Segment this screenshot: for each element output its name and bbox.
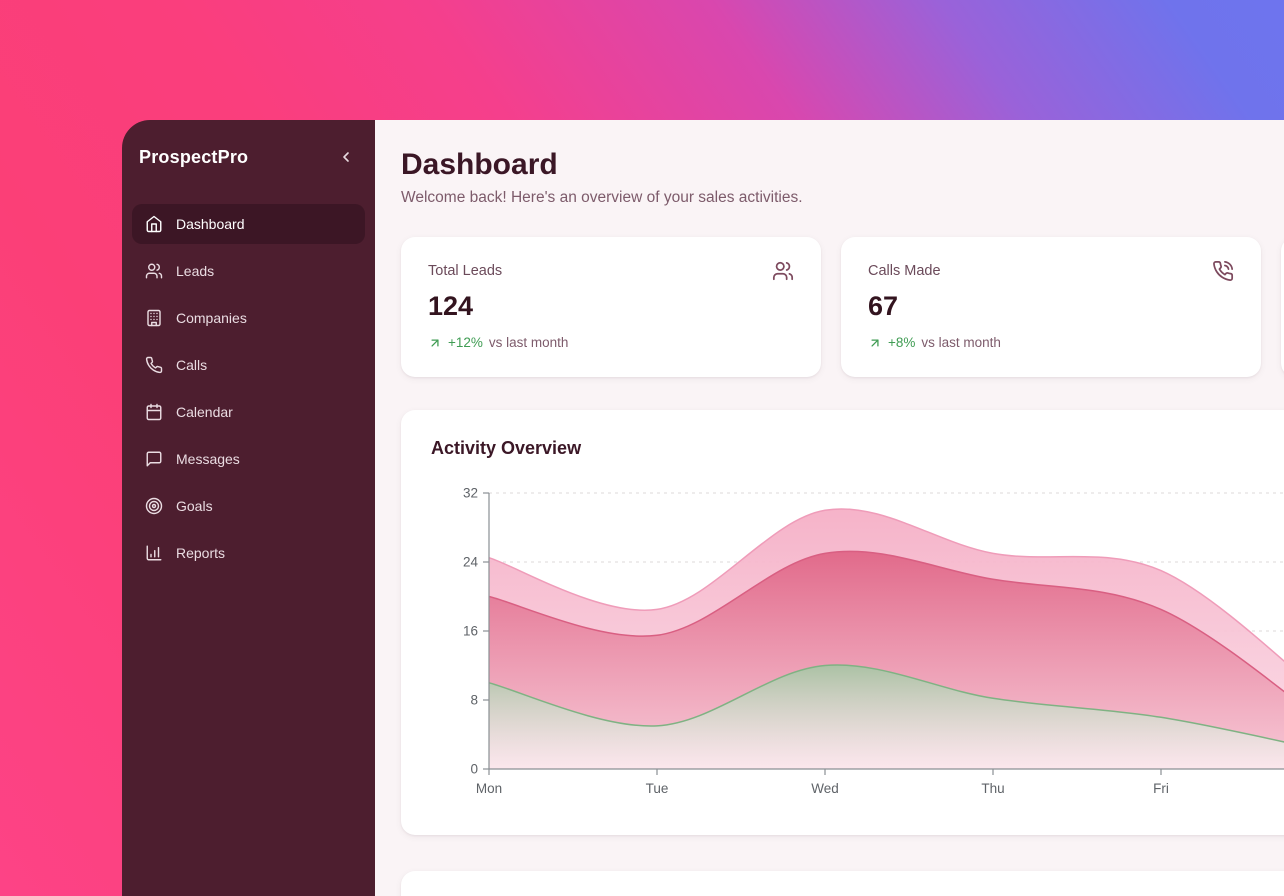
activity-overview-card: Activity Overview 0 8 16 24 32 Mon Tue Wed Thu Fr… [401,410,1284,835]
svg-text:Tue: Tue [646,781,669,796]
users-icon [145,262,163,280]
arrow-up-right-icon [428,336,442,350]
svg-text:8: 8 [470,693,478,708]
svg-text:Mon: Mon [476,781,502,796]
activity-area-chart: 0 8 16 24 32 Mon Tue Wed Thu Fri [431,471,1284,811]
stat-card-total-leads: Total Leads 124 +12% vs last month [401,237,821,377]
sidebar-item-label: Reports [176,545,225,561]
sidebar-item-calls[interactable]: Calls [132,345,365,385]
sidebar-item-label: Calendar [176,404,233,420]
target-icon [145,497,163,515]
sidebar-item-goals[interactable]: Goals [132,486,365,526]
stat-card-row: Total Leads 124 +12% vs last month Calls [401,237,1284,377]
sidebar-item-label: Messages [176,451,240,467]
trend-percent: +8% [888,335,915,350]
page-title: Dashboard [401,148,1284,182]
message-square-icon [145,450,163,468]
sidebar-nav: Dashboard Leads Companies Calls [132,204,365,573]
activity-chart-container: 0 8 16 24 32 Mon Tue Wed Thu Fri [431,471,1284,811]
trend-suffix: vs last month [489,335,569,350]
sidebar-item-label: Dashboard [176,216,245,232]
svg-text:Thu: Thu [981,781,1004,796]
sidebar-item-label: Calls [176,357,207,373]
phone-call-icon [1212,260,1234,282]
calendar-icon [145,403,163,421]
next-section-card-clipped [401,871,1284,896]
trend-suffix: vs last month [921,335,1001,350]
app-logo-text: ProspectPro [139,147,248,168]
stat-value: 67 [868,291,1234,322]
users-icon [772,260,794,282]
sidebar: ProspectPro Dashboard Leads [122,120,375,896]
svg-text:32: 32 [463,486,478,501]
sidebar-item-label: Companies [176,310,247,326]
svg-text:Wed: Wed [811,781,839,796]
sidebar-item-messages[interactable]: Messages [132,439,365,479]
svg-text:Fri: Fri [1153,781,1169,796]
sidebar-item-reports[interactable]: Reports [132,533,365,573]
svg-text:0: 0 [470,762,478,777]
sidebar-item-leads[interactable]: Leads [132,251,365,291]
svg-text:24: 24 [463,555,479,570]
sidebar-collapse-button[interactable] [335,146,357,168]
sidebar-item-label: Leads [176,263,214,279]
building-icon [145,309,163,327]
app-window: ProspectPro Dashboard Leads [122,120,1284,896]
page-subtitle: Welcome back! Here's an overview of your… [401,189,1284,207]
sidebar-item-dashboard[interactable]: Dashboard [132,204,365,244]
desktop-background: { "app": { "name": "ProspectPro" }, "sid… [0,0,1284,896]
trend-percent: +12% [448,335,483,350]
bar-chart-icon [145,544,163,562]
stat-label: Total Leads [428,260,502,279]
stat-value: 124 [428,291,794,322]
stat-label: Calls Made [868,260,941,279]
stat-card-calls-made: Calls Made 67 +8% vs last month [841,237,1261,377]
chart-title: Activity Overview [431,438,1284,459]
main-content: Dashboard Welcome back! Here's an overvi… [375,120,1284,896]
svg-text:16: 16 [463,624,478,639]
home-icon [145,215,163,233]
phone-icon [145,356,163,374]
sidebar-item-label: Goals [176,498,213,514]
sidebar-item-companies[interactable]: Companies [132,298,365,338]
arrow-up-right-icon [868,336,882,350]
sidebar-header: ProspectPro [132,146,365,168]
sidebar-item-calendar[interactable]: Calendar [132,392,365,432]
chevron-left-icon [338,149,354,165]
